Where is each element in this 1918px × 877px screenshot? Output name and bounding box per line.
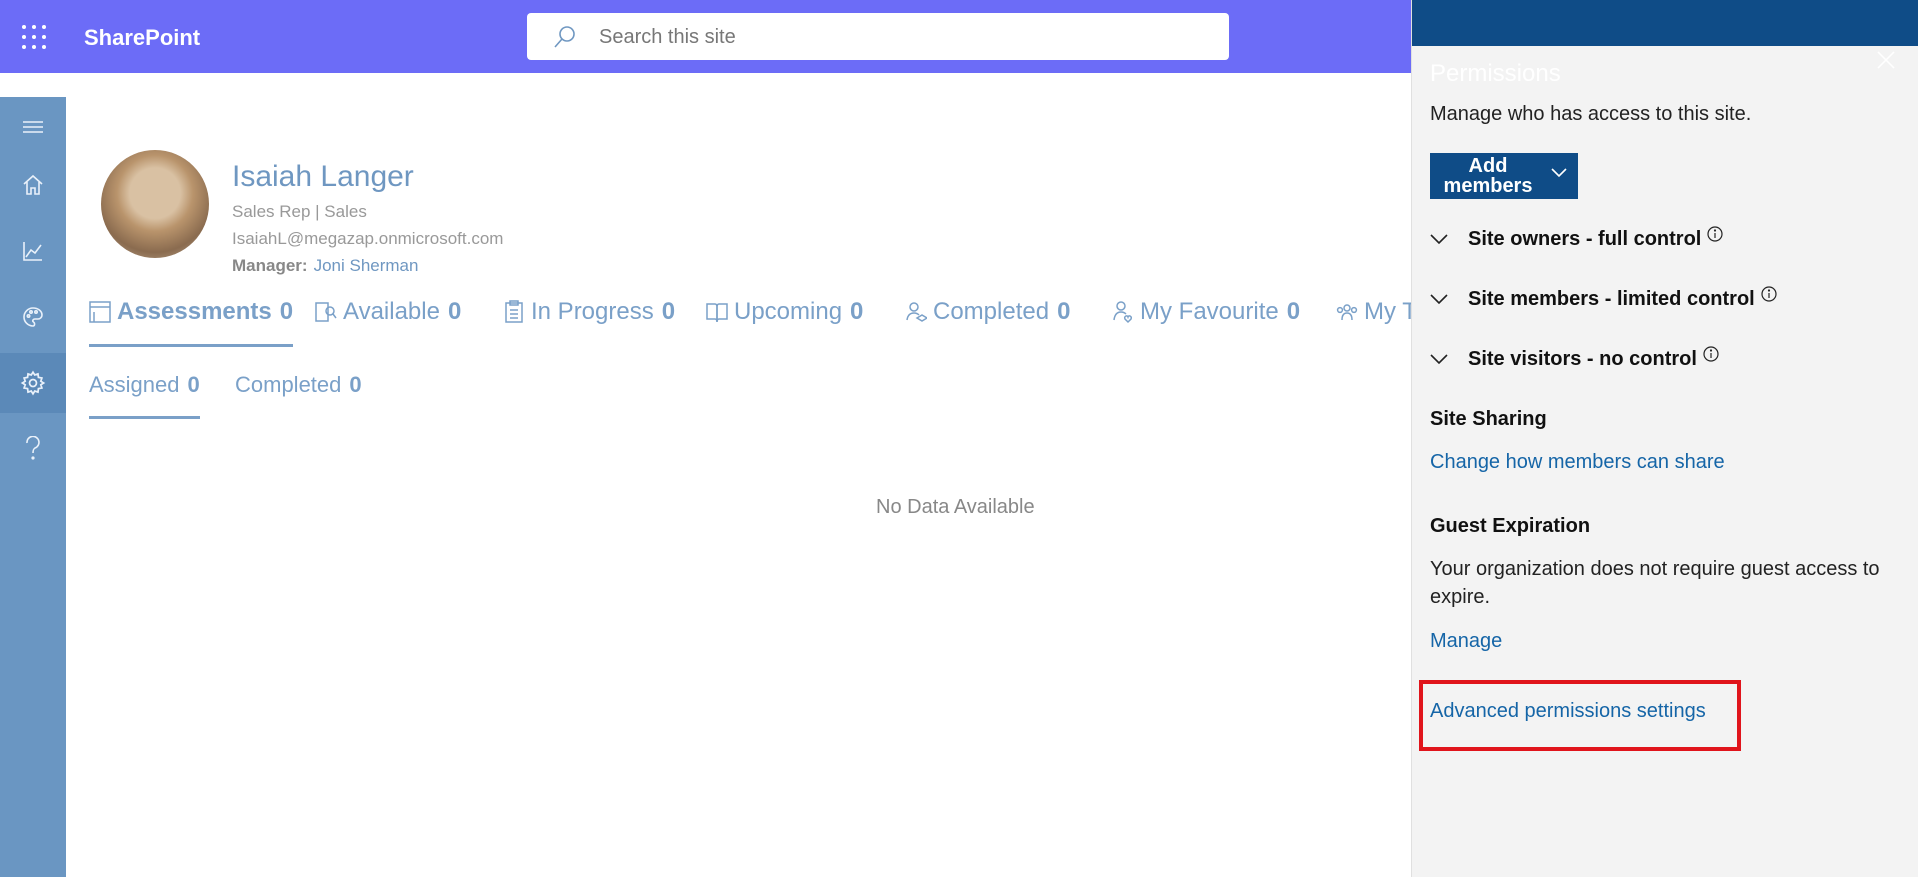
team-icon [1336, 304, 1358, 321]
tab-in-progress[interactable]: In Progress 0 [503, 298, 675, 348]
palette-icon [23, 307, 43, 327]
site-sharing-heading: Site Sharing [1430, 408, 1547, 430]
group-label: Site visitors - no control [1468, 347, 1697, 370]
clipboard-icon [505, 300, 523, 323]
tab-count: 0 [661, 298, 676, 325]
chevron-down-icon [1430, 294, 1448, 305]
group-site-owners[interactable]: Site owners - full control [1428, 224, 1723, 254]
chart-icon [23, 242, 42, 261]
profile-email: IsaiahL@megazap.onmicrosoft.com [232, 229, 504, 248]
person-heart-icon [1113, 301, 1133, 324]
group-site-visitors[interactable]: Site visitors - no control [1428, 344, 1719, 374]
tab-upcoming[interactable]: Upcoming 0 [706, 298, 863, 348]
subtab-assigned[interactable]: Assigned 0 [89, 372, 200, 419]
tab-count: 0 [279, 298, 294, 325]
guest-expiration-heading: Guest Expiration [1430, 515, 1591, 537]
change-sharing-link[interactable]: Change how members can share [1430, 451, 1725, 474]
add-members-label: Add members [1443, 155, 1533, 197]
subtab-count: 0 [349, 372, 362, 397]
guest-expiration-text: Your organization does not require guest… [1430, 558, 1880, 608]
tab-available[interactable]: Available 0 [315, 298, 461, 348]
empty-state-message: No Data Available [876, 496, 1035, 518]
app-title[interactable]: SharePoint [84, 25, 200, 51]
group-site-members[interactable]: Site members - limited control [1428, 284, 1777, 314]
avatar [101, 150, 209, 258]
book-icon [706, 303, 728, 323]
tab-count: 0 [1286, 298, 1301, 325]
tab-count: 0 [447, 298, 462, 325]
tab-label: My Favourite [1140, 298, 1279, 325]
search-box[interactable] [527, 13, 1229, 60]
group-label: Site owners - full control [1468, 227, 1702, 250]
tab-label: Upcoming [734, 298, 843, 325]
tab-count: 0 [1057, 298, 1071, 325]
info-icon[interactable] [1703, 346, 1719, 362]
hamburger-icon [23, 121, 43, 133]
left-navigation-rail [0, 97, 66, 877]
rail-analytics-button[interactable] [0, 221, 66, 281]
panel-header-strip [1412, 0, 1918, 46]
tab-label: Completed [933, 298, 1050, 325]
tab-label: Assessments [117, 298, 272, 325]
app-launcher-icon[interactable] [22, 25, 46, 49]
panel-subtitle: Manage who has access to this site. [1430, 103, 1752, 125]
assessment-icon [89, 301, 111, 323]
rail-help-button[interactable] [0, 419, 66, 479]
add-members-button[interactable]: Add members [1430, 153, 1578, 199]
chevron-down-icon [1430, 354, 1448, 365]
rail-home-button[interactable] [0, 155, 66, 215]
group-label: Site members - limited control [1468, 287, 1755, 310]
info-icon[interactable] [1761, 286, 1777, 302]
rail-settings-button[interactable] [0, 353, 66, 413]
search-input[interactable] [597, 21, 1201, 53]
graduation-icon [906, 302, 927, 322]
profile-name: Isaiah Langer [232, 160, 414, 193]
subtab-label: Completed [235, 372, 342, 397]
subtab-count: 0 [187, 372, 200, 397]
subtab-completed[interactable]: Completed 0 [235, 372, 362, 398]
help-icon [26, 436, 40, 460]
tab-my-favourite[interactable]: My Favourite 0 [1112, 298, 1300, 348]
profile-manager: Manager: Joni Sherman [232, 256, 418, 276]
rail-menu-button[interactable] [0, 97, 66, 157]
home-icon [23, 174, 43, 195]
rail-theme-button[interactable] [0, 287, 66, 347]
tab-count: 0 [850, 298, 864, 325]
info-icon[interactable] [1707, 226, 1723, 242]
chevron-down-icon [1551, 168, 1567, 178]
panel-title: Permissions [1430, 60, 1561, 87]
manage-link[interactable]: Manage [1430, 630, 1502, 653]
tab-my-team[interactable]: My T [1336, 298, 1417, 348]
profile-role: Sales Rep | Sales [232, 202, 367, 221]
gear-icon [20, 370, 46, 396]
tab-label: My T [1364, 298, 1417, 325]
highlight-box [1419, 680, 1741, 751]
tab-label: In Progress [531, 298, 654, 325]
manager-label: Manager: [232, 256, 308, 275]
available-icon [315, 302, 337, 322]
chevron-down-icon [1430, 234, 1448, 245]
manager-link[interactable]: Joni Sherman [314, 256, 419, 275]
search-icon [554, 26, 575, 48]
tab-completed[interactable]: Completed 0 [905, 298, 1070, 348]
tab-assessments[interactable]: Assessments 0 [89, 298, 294, 348]
tab-label: Available [343, 298, 440, 325]
close-icon[interactable] [1874, 48, 1898, 72]
subtab-label: Assigned [89, 372, 180, 397]
